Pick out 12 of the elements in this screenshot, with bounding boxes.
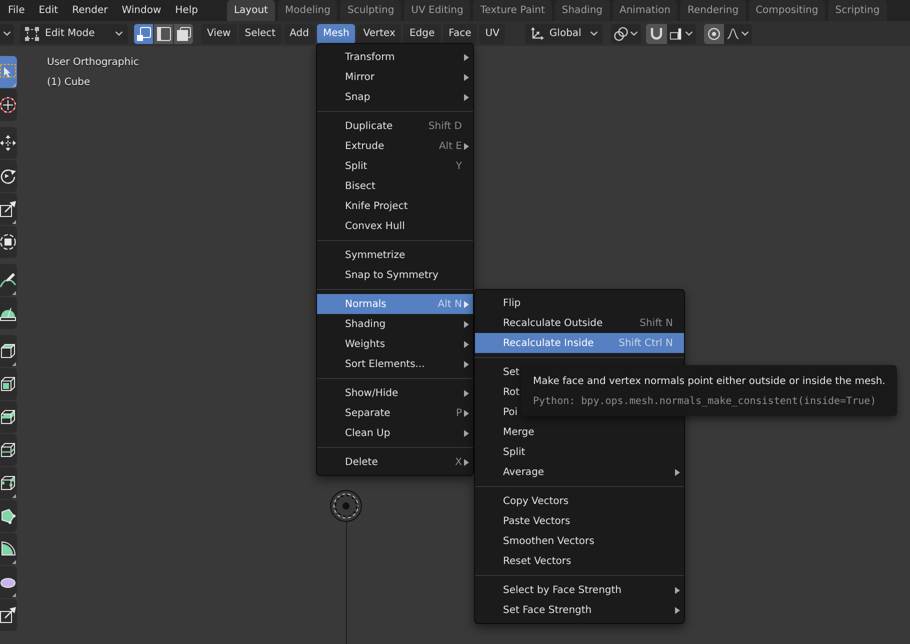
shortcut-text: Alt N (438, 298, 462, 312)
shortcut-text: Shift N (640, 316, 673, 330)
shortcut-text: Y (456, 160, 462, 174)
shortcut-text: P (456, 406, 462, 420)
shortcut-text: Shift Ctrl N (618, 336, 673, 350)
tooltip-text: Make face and vertex normals point either outside or inside the mesh. (533, 375, 886, 389)
shortcut-text: Alt E (438, 140, 462, 154)
view-name-text: User Orthographic (47, 56, 139, 70)
shortcut-text: Shift D (428, 120, 462, 134)
shortcut-text: X (455, 456, 462, 470)
python-path-text: Python: bpy.ops.mesh.normals_make_consistent(inside=True) (533, 395, 878, 409)
object-name-text: (1) Cube (47, 76, 92, 90)
